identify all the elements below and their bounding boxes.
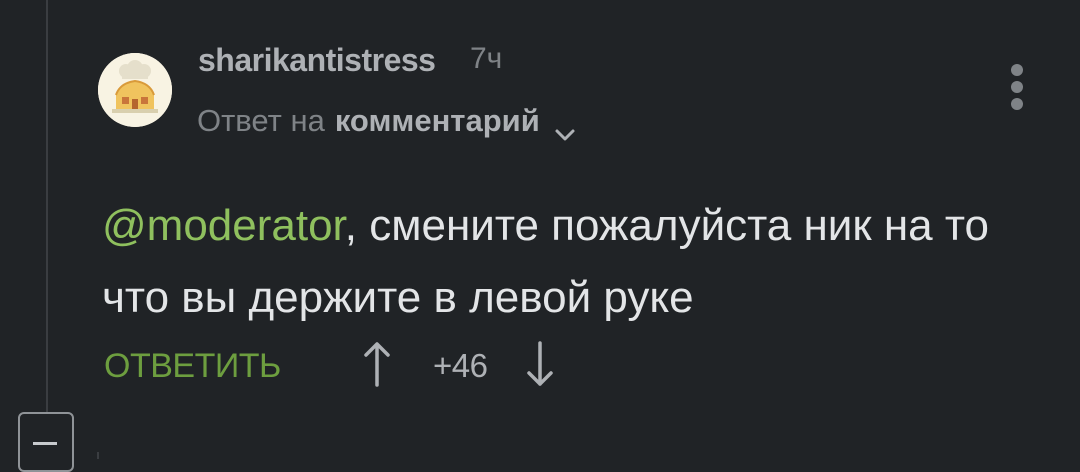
collapse-thread-button[interactable] [18,412,74,472]
parent-comment-link[interactable]: комментарий [335,103,540,139]
chevron-down-icon[interactable] [554,114,576,141]
author-username[interactable]: sharikantistress [198,42,436,79]
comment-text: @moderator, смените пожалуйста ник на то… [102,190,1052,334]
reply-button[interactable]: ОТВЕТИТЬ [104,347,281,386]
comment-score: +46 [433,347,488,384]
thread-line-child [97,452,99,459]
minus-icon [33,442,57,445]
user-mention-link[interactable]: @moderator [102,201,345,250]
more-vertical-icon[interactable] [1008,64,1026,110]
arrow-down-icon[interactable] [525,340,555,388]
comment-timestamp: 7ч [470,42,503,75]
avatar[interactable] [98,53,172,127]
reply-prefix: Ответ на [197,103,325,138]
thread-line [46,0,48,412]
reply-context: Ответ на комментарий [197,103,576,141]
cartoon-house-avatar-icon [98,53,172,127]
arrow-up-icon[interactable] [362,340,392,388]
